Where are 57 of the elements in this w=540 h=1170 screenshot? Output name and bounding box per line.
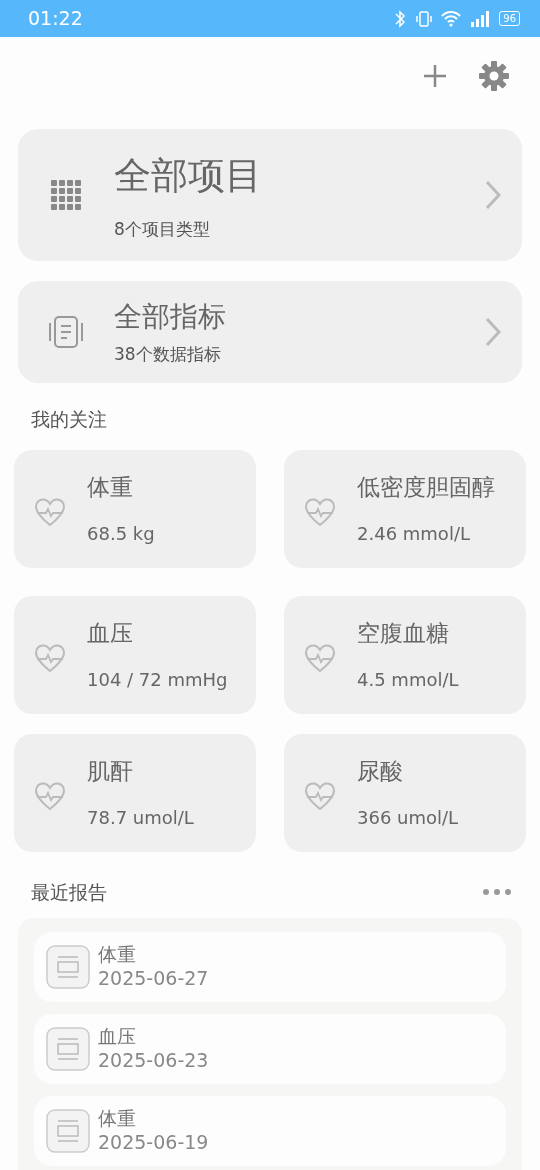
battery-indicator: 96 — [499, 11, 520, 26]
metric-name: 尿酸 — [357, 756, 404, 786]
report-date: 2025-06-23 — [98, 1048, 209, 1073]
report-icon — [46, 1027, 90, 1071]
card-title: 全部指标 — [114, 299, 227, 336]
card-subtitle: 8个项目类型 — [114, 218, 211, 241]
status-time: 01:22 — [28, 6, 83, 32]
report-name: 体重 — [98, 1107, 137, 1131]
summary-card[interactable]: 全部指标 38个数据指标 — [18, 281, 522, 383]
settings-icon[interactable] — [478, 60, 510, 92]
report-item[interactable]: 血压 2025-06-23 — [34, 1014, 506, 1084]
metric-value: 4.5 mmol/L — [357, 668, 459, 693]
heart-icon — [304, 642, 336, 673]
report-name: 血压 — [98, 1025, 137, 1049]
section-title: 我的关注 — [30, 407, 108, 432]
favorite-card[interactable]: 血压 104 / 72 mmHg — [14, 595, 256, 714]
report-date: 2025-06-19 — [98, 1130, 209, 1155]
card-subtitle: 38个数据指标 — [114, 343, 222, 367]
grid-icon — [51, 180, 81, 210]
metric-name: 血压 — [87, 618, 134, 648]
report-item[interactable]: 体重 2025-06-19 — [34, 1096, 506, 1166]
metric-name: 空腹血糖 — [357, 618, 450, 648]
more-icon[interactable] — [482, 887, 512, 896]
chevron-right-icon — [484, 316, 502, 348]
report-item[interactable]: 体重 2025-06-27 — [34, 932, 506, 1002]
report-date: 2025-06-27 — [98, 966, 209, 991]
heart-icon — [34, 642, 66, 673]
favorite-card[interactable]: 体重 68.5 kg — [14, 449, 256, 568]
wifi-icon — [441, 8, 462, 29]
document-icon — [49, 315, 83, 349]
heart-icon — [304, 496, 336, 527]
metric-value: 68.5 kg — [87, 522, 155, 547]
favorite-card[interactable]: 低密度胆固醇 2.46 mmol/L — [284, 449, 526, 568]
vibrate-icon — [415, 8, 434, 29]
add-icon[interactable] — [422, 63, 448, 89]
summary-card[interactable]: 全部项目 8个项目类型 — [18, 129, 522, 261]
metric-name: 低密度胆固醇 — [357, 472, 495, 502]
metric-value: 2.46 mmol/L — [357, 522, 471, 547]
metric-name: 肌酐 — [87, 756, 134, 786]
metric-value: 78.7 umol/L — [87, 806, 194, 831]
section-title: 最近报告 — [30, 879, 108, 905]
favorite-card[interactable]: 尿酸 366 umol/L — [284, 733, 526, 852]
report-icon — [46, 1109, 90, 1153]
heart-icon — [34, 780, 66, 811]
heart-icon — [34, 496, 66, 527]
heart-icon — [304, 780, 336, 811]
metric-value: 104 / 72 mmHg — [87, 668, 228, 693]
chevron-right-icon — [484, 179, 502, 211]
report-icon — [46, 945, 90, 989]
card-title: 全部项目 — [114, 152, 263, 199]
signal-icon — [469, 8, 492, 29]
report-name: 体重 — [98, 943, 137, 967]
metric-value: 366 umol/L — [357, 806, 459, 831]
favorite-card[interactable]: 空腹血糖 4.5 mmol/L — [284, 595, 526, 714]
favorite-card[interactable]: 肌酐 78.7 umol/L — [14, 733, 256, 852]
metric-name: 体重 — [87, 472, 134, 502]
bluetooth-icon — [393, 8, 408, 29]
